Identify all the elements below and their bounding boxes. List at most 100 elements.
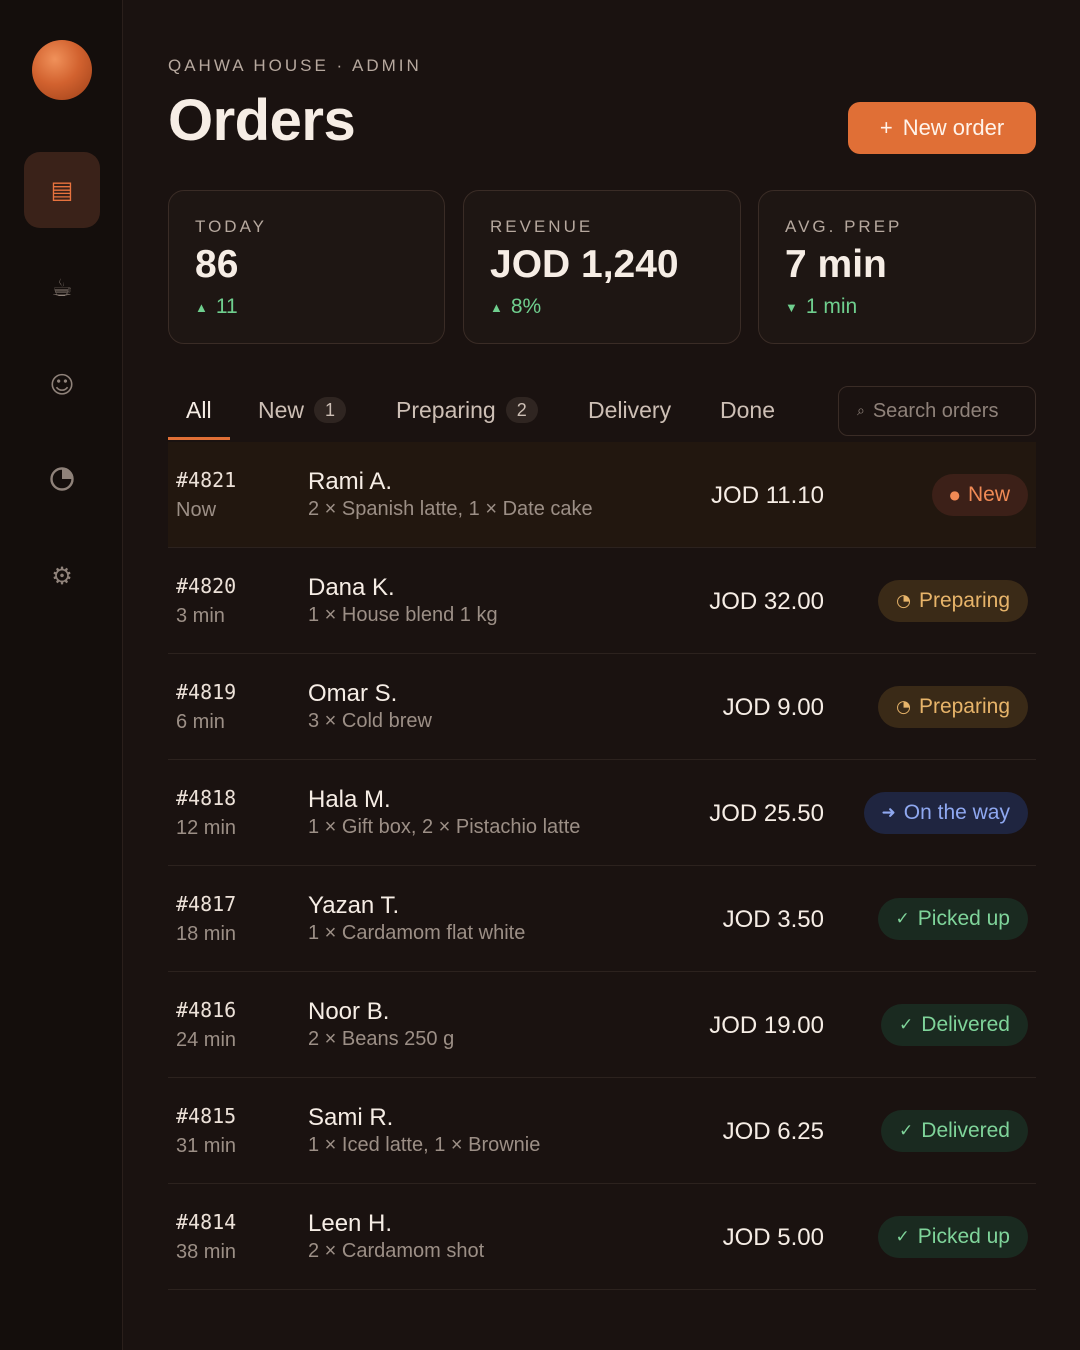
avatar[interactable] [32, 40, 92, 100]
filter-tabs: All New 1 Preparing 2 Delivery Done [168, 380, 808, 440]
status-badge[interactable]: ✓ Delivered [881, 1004, 1028, 1046]
status-label: Delivered [921, 1013, 1010, 1036]
customer-name: Dana K. [308, 574, 395, 601]
order-amount: JOD 11.10 [711, 482, 824, 509]
order-age: 6 min [176, 711, 225, 733]
order-age: 3 min [176, 605, 225, 627]
pie-chart-icon [50, 467, 74, 491]
customer-name: Rami A. [308, 468, 393, 495]
order-items: 2 × Spanish latte, 1 × Date cake [308, 498, 593, 520]
order-id: #4819 [176, 680, 237, 704]
tab-count-badge: 1 [314, 397, 347, 423]
search-box[interactable]: ⌕ [838, 386, 1036, 436]
stat-card-today: TODAY 86 ▲ 11 [168, 190, 445, 344]
customer-name: Sami R. [308, 1104, 394, 1131]
table-row[interactable]: #4816 24 min Noor B. 2 × Beans 250 g JOD 19.… [168, 972, 1036, 1078]
order-age: 31 min [176, 1135, 237, 1157]
order-id: #4814 [176, 1210, 237, 1234]
table-row[interactable]: #4821 Now Rami A. 2 × Spanish latte, 1 × Da… [168, 442, 1036, 548]
status-picked-up-icon: ✓ [895, 909, 910, 929]
gear-icon: ⚙ [51, 562, 73, 590]
status-new-icon: ● [949, 488, 960, 502]
status-badge[interactable]: ● New [931, 474, 1028, 516]
status-badge[interactable]: ◔ Preparing [878, 580, 1028, 622]
stat-value: 86 [195, 243, 239, 286]
tab-label: All [186, 396, 212, 423]
status-picked-up-icon: ✓ [895, 1227, 910, 1247]
order-amount: JOD 6.25 [722, 1118, 824, 1145]
customer-name: Hala M. [308, 786, 391, 813]
order-items: 1 × Iced latte, 1 × Brownie [308, 1134, 541, 1156]
table-row[interactable]: #4819 6 min Omar S. 3 × Cold brew JOD 9.00 ◔ P… [168, 654, 1036, 760]
order-items: 3 × Cold brew [308, 710, 432, 732]
table-row[interactable]: #4814 38 min Leen H. 2 × Cardamom shot JOD 5… [168, 1184, 1036, 1290]
tab-all[interactable]: All [168, 380, 230, 440]
sidebar-item-menu[interactable]: ☕ [24, 250, 100, 326]
coffee-icon: ☕ [51, 274, 73, 302]
breadcrumb: QAHWA HOUSE · ADMIN [168, 56, 422, 75]
search-icon: ⌕ [857, 403, 865, 419]
trend-up-icon: ▲ [490, 299, 503, 315]
stat-delta: ▼ 1 min [785, 295, 857, 319]
status-badge[interactable]: ✓ Picked up [877, 898, 1028, 940]
order-id: #4816 [176, 998, 237, 1022]
list-icon: ▤ [50, 176, 74, 204]
status-delivered-icon: ✓ [899, 1121, 914, 1141]
order-age: 12 min [176, 817, 237, 839]
status-label: Preparing [918, 695, 1010, 718]
status-label: Picked up [917, 907, 1010, 930]
order-age: 38 min [176, 1241, 237, 1263]
order-amount: JOD 3.50 [722, 906, 824, 933]
tab-delivery[interactable]: Delivery [588, 380, 671, 440]
orders-table: #4821 Now Rami A. 2 × Spanish latte, 1 × Da… [168, 442, 1036, 1290]
search-input[interactable] [872, 399, 1023, 423]
order-id: #4815 [176, 1104, 237, 1128]
order-amount: JOD 5.00 [722, 1224, 824, 1251]
order-amount: JOD 32.00 [709, 588, 824, 615]
order-items: 1 × Gift box, 2 × Pistachio latte [308, 816, 581, 838]
table-row[interactable]: #4820 3 min Dana K. 1 × House blend 1 kg JOD… [168, 548, 1036, 654]
status-label: Preparing [918, 589, 1010, 612]
order-id: #4820 [176, 574, 237, 598]
tab-preparing[interactable]: Preparing 2 [396, 380, 538, 440]
stat-delta-value: 11 [215, 295, 238, 318]
tab-done[interactable]: Done [720, 380, 775, 440]
status-badge[interactable]: ✓ Delivered [881, 1110, 1028, 1152]
sidebar-item-customers[interactable]: ☺ [24, 347, 100, 423]
order-id: #4817 [176, 892, 237, 916]
table-row[interactable]: #4815 31 min Sami R. 1 × Iced latte, 1 × Br… [168, 1078, 1036, 1184]
page-title: Orders [168, 88, 356, 153]
table-row[interactable]: #4818 12 min Hala M. 1 × Gift box, 2 × Pist… [168, 760, 1036, 866]
status-badge[interactable]: ➜ On the way [863, 792, 1028, 834]
status-badge[interactable]: ◔ Preparing [878, 686, 1028, 728]
order-amount: JOD 9.00 [722, 694, 824, 721]
tab-count-badge: 2 [505, 397, 538, 423]
sidebar-item-orders[interactable]: ▤ [24, 152, 100, 228]
order-amount: JOD 25.50 [709, 800, 824, 827]
status-label: Picked up [917, 1225, 1010, 1248]
trend-down-icon: ▼ [785, 299, 798, 315]
status-preparing-icon: ◔ [896, 697, 911, 717]
stat-delta-value: 8% [510, 295, 542, 318]
sidebar-item-settings[interactable]: ⚙ [24, 538, 100, 614]
table-row[interactable]: #4817 18 min Yazan T. 1 × Cardamom flat whi… [168, 866, 1036, 972]
order-amount: JOD 19.00 [709, 1012, 824, 1039]
plus-icon: + [879, 115, 893, 140]
order-id: #4821 [176, 468, 237, 492]
order-items: 2 × Beans 250 g [308, 1028, 455, 1050]
tab-label: Delivery [588, 396, 672, 423]
stat-label: REVENUE [490, 217, 594, 236]
stat-value: JOD 1,240 [490, 243, 679, 286]
stat-delta: ▲ 11 [195, 295, 238, 319]
new-order-button[interactable]: + New order [848, 102, 1036, 154]
status-badge[interactable]: ✓ Picked up [877, 1216, 1028, 1258]
sidebar-item-reports[interactable] [24, 441, 100, 517]
tab-new[interactable]: New 1 [258, 380, 347, 440]
order-items: 1 × House blend 1 kg [308, 604, 498, 626]
app-root: ▤ ☕ ☺ ⚙ QAHWA HOUSE · ADMIN Orders + New… [0, 0, 1080, 1350]
status-label: New [967, 483, 1010, 506]
customer-name: Yazan T. [308, 892, 400, 919]
customer-name: Noor B. [308, 998, 390, 1025]
status-label: On the way [903, 801, 1010, 824]
stat-card-avg-prep: AVG. PREP 7 min ▼ 1 min [758, 190, 1036, 344]
